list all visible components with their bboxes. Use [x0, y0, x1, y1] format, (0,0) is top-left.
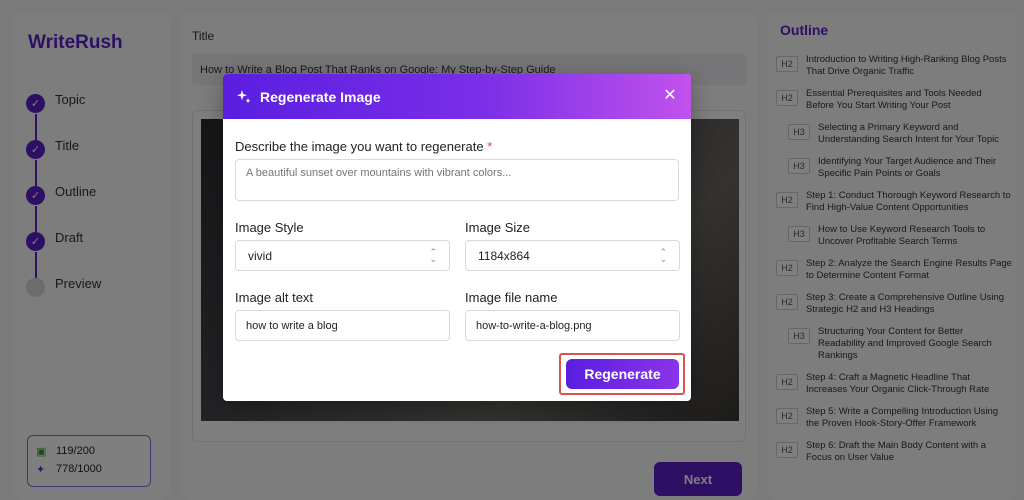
regenerate-image-dialog: Regenerate Image ✕ Describe the image yo… — [223, 74, 691, 401]
image-style-value: vivid — [248, 248, 273, 263]
sparkle-icon — [236, 89, 252, 105]
image-style-select[interactable]: vivid ⌃ ⌄ — [235, 240, 450, 271]
dialog-header: Regenerate Image ✕ — [223, 74, 691, 119]
image-file-name-label: Image file name — [465, 290, 558, 305]
regenerate-button[interactable]: Regenerate — [566, 359, 679, 389]
image-size-value: 1184x864 — [478, 248, 530, 263]
select-chevron-icon: ⌃ ⌄ — [659, 246, 667, 264]
select-chevron-icon: ⌃ ⌄ — [429, 246, 437, 264]
image-size-select[interactable]: 1184x864 ⌃ ⌄ — [465, 240, 680, 271]
describe-image-input[interactable] — [235, 159, 679, 201]
image-alt-input[interactable] — [235, 310, 450, 341]
close-icon[interactable]: ✕ — [661, 87, 679, 105]
describe-label-text: Describe the image you want to regenerat… — [235, 139, 484, 154]
dialog-title: Regenerate Image — [260, 88, 381, 105]
image-alt-label: Image alt text — [235, 290, 314, 305]
image-style-label: Image Style — [235, 220, 304, 235]
image-file-name-input[interactable] — [465, 310, 680, 341]
required-marker: * — [487, 139, 493, 154]
image-size-label: Image Size — [465, 220, 531, 235]
describe-label: Describe the image you want to regenerat… — [235, 139, 492, 154]
